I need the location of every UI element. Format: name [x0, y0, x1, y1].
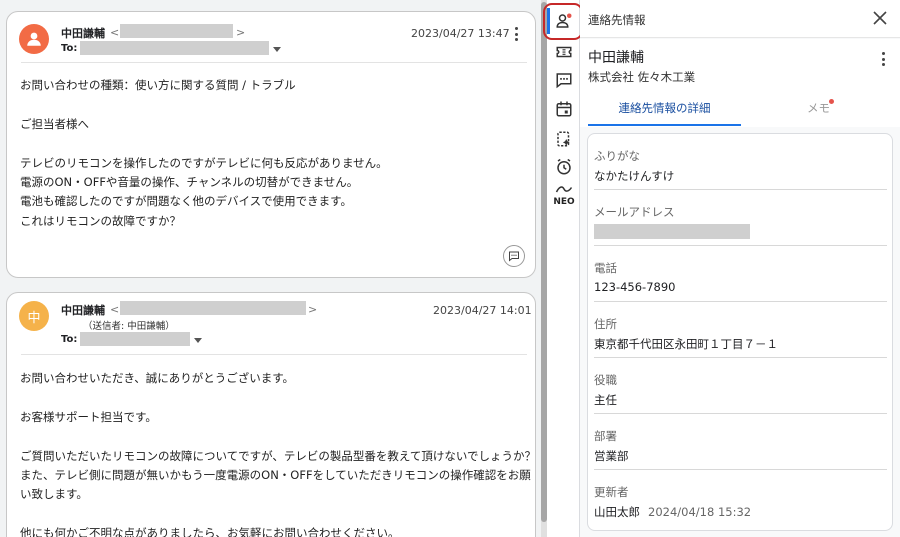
redacted-email — [120, 24, 233, 38]
message-body: お問い合わせの種類：使い方に関する質問 / トラブル ご担当者様へ テレビのリモ… — [20, 76, 388, 231]
field-label: 住所 — [594, 317, 617, 331]
field-label: ふりがな — [594, 149, 640, 163]
field-value: 東京都千代田区永田町１丁目７－１ — [594, 337, 778, 351]
body-line: 他にも何かご不明な点がありましたら、お気軽にお問い合わせください。 — [20, 526, 400, 537]
panel-header: 連絡先情報 — [580, 0, 900, 38]
body-line: お問い合わせの種類：使い方に関する質問 / トラブル — [20, 78, 296, 92]
redacted-email — [120, 301, 306, 315]
close-icon[interactable] — [872, 10, 888, 26]
contact-menu-icon[interactable] — [876, 51, 890, 67]
recipient-dropdown-icon[interactable] — [273, 47, 281, 52]
message-menu-icon[interactable] — [509, 26, 523, 42]
contact-company: 株式会社 佐々木工業 — [588, 70, 696, 84]
body-line — [20, 505, 535, 524]
contact-details-card: ふりがな なかたけんすけ メールアドレス 電話 123-456-7890 住所 … — [587, 133, 893, 531]
field-department: 部署 営業部 — [594, 414, 887, 470]
icon-rail: NEO — [543, 0, 583, 537]
address-bracket-open: < — [110, 26, 120, 39]
field-phone: 電話 123-456-7890 — [594, 246, 887, 302]
message-time: 2023/04/27 14:01 — [433, 304, 532, 317]
body-line: テレビのリモコンを操作したのですがテレビに何も反応がありません。 — [20, 155, 388, 170]
active-indicator — [547, 8, 550, 34]
field-value: 山田太郎 2024/04/18 15:32 — [594, 504, 751, 520]
field-updated-by: 更新者 山田太郎 2024/04/18 15:32 — [594, 470, 887, 526]
recipient-dropdown-icon[interactable] — [194, 338, 202, 343]
body-line: い致します。 — [20, 487, 88, 502]
body-line — [20, 134, 388, 153]
person-avatar-icon — [19, 24, 49, 54]
chat-icon[interactable] — [551, 67, 577, 93]
body-line: ご担当者様へ — [20, 116, 89, 131]
message-card[interactable]: 中 中田謙輔 < > （送信者: 中田謙輔） To: 2023/04/27 14… — [6, 292, 536, 537]
ticket-icon[interactable] — [551, 39, 577, 65]
body-line: また、テレビ側に問題が無いかもう一度電源のON・OFFをしていただきリモコンの操… — [20, 468, 531, 483]
field-address: 住所 東京都千代田区永田町１丁目７－１ — [594, 302, 887, 358]
alarm-icon[interactable] — [551, 154, 577, 180]
to-label: To: — [61, 334, 78, 345]
body-line — [20, 388, 535, 407]
contact-header: 中田謙輔 株式会社 佐々木工業 連絡先情報の詳細 メモ — [580, 39, 900, 127]
panel-title: 連絡先情報 — [588, 13, 646, 27]
body-line: ご質問いただいたリモコンの故障についてですが、テレビの製品型番を教えて頂けないで… — [20, 448, 536, 463]
body-line: 電源のON・OFFや音量の操作、チャンネルの切替ができません。 — [20, 175, 359, 190]
tab-memo[interactable]: メモ — [741, 99, 900, 126]
body-line: お客様サポート担当です。 — [20, 409, 157, 424]
message-card[interactable]: 中田謙輔 < > To: 2023/04/27 13:47 お問い合わせの種類：… — [6, 11, 536, 278]
notification-dot-icon — [829, 99, 834, 104]
contact-name: 中田謙輔 — [588, 50, 644, 66]
to-label: To: — [61, 43, 78, 54]
field-furigana: ふりがな なかたけんすけ — [594, 134, 887, 190]
tab-label: 連絡先情報の詳細 — [618, 101, 711, 115]
field-email: メールアドレス — [594, 190, 887, 246]
field-value: 営業部 — [594, 449, 629, 463]
updated-date: 2024/04/18 15:32 — [648, 505, 752, 519]
neo-icon[interactable] — [551, 181, 577, 197]
redacted-recipient — [80, 332, 190, 346]
contact-panel: 連絡先情報 中田謙輔 株式会社 佐々木工業 連絡先情報の詳細 メモ ふりがな な… — [580, 0, 900, 537]
address-bracket-close: > — [236, 26, 246, 39]
message-body: お問い合わせいただき、誠にありがとうございます。 お客様サポート担当です。 ご質… — [20, 369, 536, 537]
redacted-email — [594, 224, 750, 239]
tab-details[interactable]: 連絡先情報の詳細 — [588, 99, 741, 126]
sent-via-note: （送信者: 中田謙輔） — [83, 321, 175, 332]
field-value: なかたけんすけ — [594, 169, 675, 183]
message-time: 2023/04/27 13:47 — [411, 27, 510, 40]
header-divider — [21, 62, 527, 63]
address-bracket-close: > — [308, 303, 318, 316]
body-line — [20, 95, 388, 114]
ai-note-icon[interactable] — [551, 126, 577, 152]
sender-name: 中田謙輔 — [61, 304, 105, 317]
mail-thread: 中田謙輔 < > To: 2023/04/27 13:47 お問い合わせの種類：… — [0, 0, 541, 537]
field-value: 主任 — [594, 393, 617, 407]
body-line — [20, 427, 535, 446]
address-bracket-open: < — [110, 303, 120, 316]
sender-name: 中田謙輔 — [61, 27, 105, 40]
tab-label: メモ — [807, 101, 830, 115]
neo-label[interactable]: NEO — [550, 197, 578, 207]
field-value — [594, 224, 750, 242]
field-label: 役職 — [594, 373, 617, 387]
redacted-recipient — [80, 41, 269, 55]
field-label: メールアドレス — [594, 205, 675, 219]
updater-name: 山田太郎 — [594, 505, 640, 519]
field-label: 部署 — [594, 429, 617, 443]
header-divider — [21, 354, 527, 355]
field-label: 電話 — [594, 261, 617, 275]
body-line: 電池も確認したのですが問題なく他のデバイスで使用できます。 — [20, 194, 353, 209]
body-line: これはリモコンの故障ですか？ — [20, 213, 181, 228]
field-title: 役職 主任 — [594, 358, 887, 414]
sender-avatar: 中 — [19, 301, 49, 331]
field-label: 更新者 — [594, 485, 629, 499]
body-line: お問い合わせいただき、誠にありがとうございます。 — [20, 371, 295, 385]
field-value[interactable]: 123-456-7890 — [594, 280, 675, 294]
comment-icon[interactable] — [503, 245, 525, 267]
calendar-icon[interactable] — [551, 96, 577, 122]
contact-info-icon[interactable] — [551, 8, 577, 34]
